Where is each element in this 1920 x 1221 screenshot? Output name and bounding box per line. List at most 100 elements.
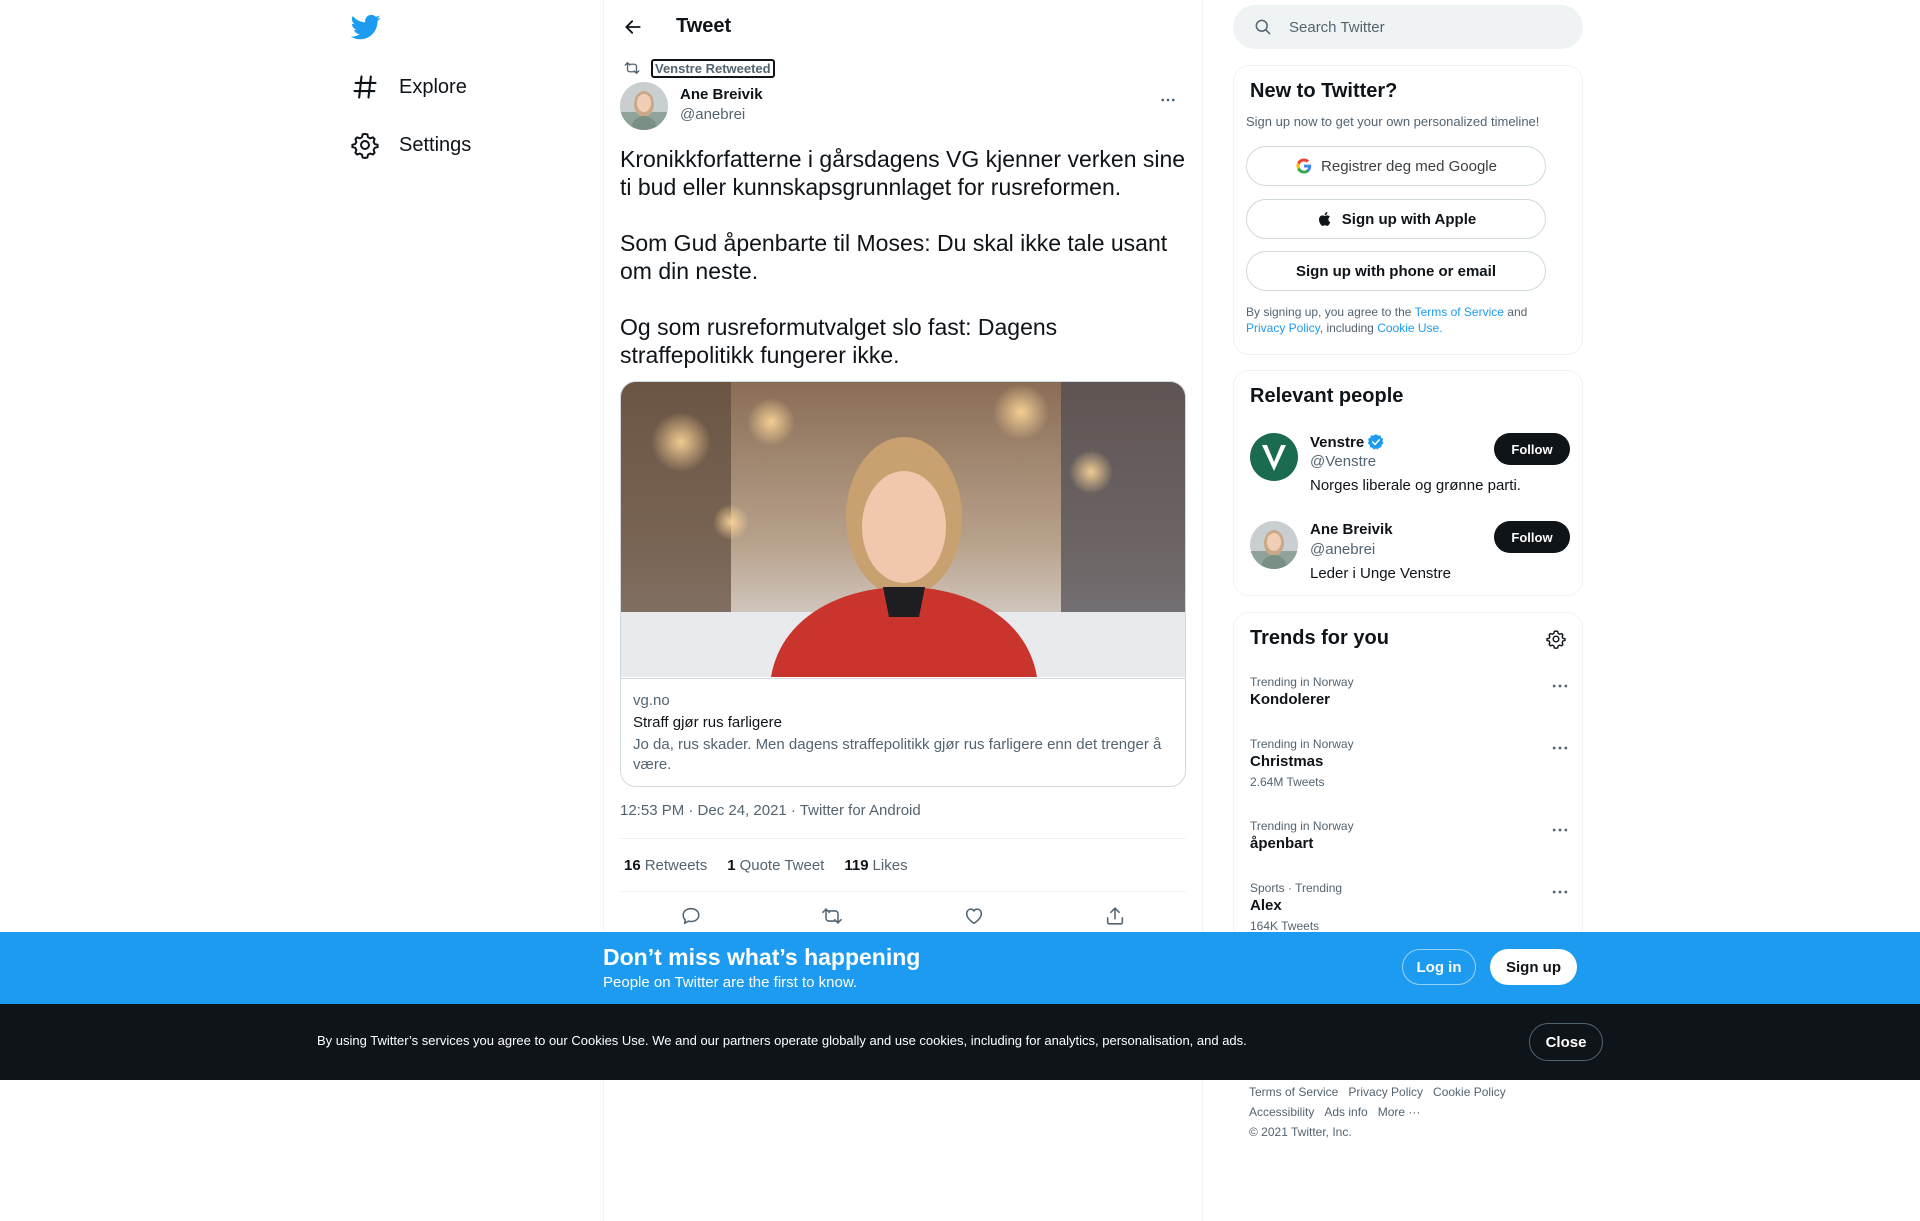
person-name[interactable]: Ane Breivik [1310, 521, 1393, 538]
trend-context: Sports · Trending [1250, 881, 1343, 895]
cookie-banner: By using Twitter’s services you agree to… [0, 1004, 1920, 1080]
person-name[interactable]: Venstre [1310, 433, 1385, 451]
terms-link[interactable]: Terms of Service [1415, 305, 1504, 319]
more-dots-icon[interactable] [1550, 820, 1570, 840]
cookie-text: By using Twitter’s services you agree to… [317, 1033, 1247, 1048]
person-bio: Norges liberale og grønne parti. [1310, 477, 1521, 494]
trend-item[interactable]: Sports · Trending Alex 164K Tweets [1250, 880, 1570, 934]
back-button[interactable] [616, 10, 650, 44]
tweet-timestamp[interactable]: 12:53 PM · Dec 24, 2021 · Twitter for An… [620, 802, 921, 819]
author-handle[interactable]: @anebrei [680, 106, 745, 123]
new-to-twitter-panel: New to Twitter? Sign up now to get your … [1233, 65, 1583, 355]
search-input[interactable] [1289, 18, 1549, 36]
gear-icon [351, 132, 379, 159]
gear-icon[interactable] [1546, 629, 1566, 649]
link-card[interactable]: vg.no Straff gjør rus farligere Jo da, r… [620, 381, 1186, 787]
card-domain: vg.no [633, 692, 670, 709]
signup-phone-label: Sign up with phone or email [1295, 262, 1496, 280]
panel-title: New to Twitter? [1250, 80, 1398, 102]
trend-item[interactable]: Trending in Norway Christmas 2.64M Tweet… [1250, 736, 1570, 790]
legal-including: , including [1319, 321, 1374, 335]
cookie-use-link[interactable]: Cookie Use. [1377, 321, 1442, 335]
twitter-bird-icon[interactable] [351, 12, 381, 42]
footer-link[interactable]: Ads info [1324, 1105, 1367, 1119]
tweet-stats: 16 Retweets 1 Quote Tweet 119 Likes [620, 838, 1186, 892]
avatar[interactable] [1250, 521, 1298, 569]
more-dots-icon[interactable] [1550, 882, 1570, 902]
stat-count: 16 [624, 856, 641, 874]
person-card[interactable]: Venstre @Venstre Norges liberale og grøn… [1250, 433, 1570, 503]
tweet-paragraph: Og som rusreformutvalget slo fast: Dagen… [620, 314, 1058, 368]
panel-subtitle: Sign up now to get your own personalized… [1246, 114, 1540, 129]
relevant-people-panel: Relevant people Venstre @Venstre Norges … [1233, 370, 1583, 596]
banner-title: Don’t miss what’s happening [603, 944, 921, 970]
footer-link[interactable]: Terms of Service [1249, 1085, 1338, 1099]
trend-item[interactable]: Trending in Norway åpenbart [1250, 818, 1570, 854]
author-name[interactable]: Ane Breivik [680, 86, 763, 103]
panel-title: Relevant people [1250, 385, 1404, 407]
signup-google-label: Registrer deg med Google [1321, 157, 1497, 175]
trends-panel: Trends for you Trending in Norway Kondol… [1233, 612, 1583, 942]
person-card[interactable]: Ane Breivik @anebrei Leder i Unge Venstr… [1250, 521, 1570, 591]
retweet-context: Venstre Retweeted [620, 58, 775, 78]
retweet-icon[interactable] [821, 905, 843, 927]
login-button[interactable]: Log in [1402, 949, 1476, 985]
nav-settings[interactable]: Settings [351, 122, 471, 168]
heart-icon[interactable] [963, 905, 985, 927]
signup-google-button[interactable]: Registrer deg med Google [1246, 146, 1546, 186]
more-dots-icon[interactable] [1550, 738, 1570, 758]
follow-button[interactable]: Follow [1494, 433, 1570, 465]
trend-item[interactable]: Trending in Norway Kondolerer [1250, 674, 1570, 710]
stat-likes[interactable]: 119 Likes [844, 857, 907, 874]
trend-name: Kondolerer [1250, 691, 1331, 708]
trend-context: Trending in Norway [1250, 675, 1354, 689]
signup-legal-text: By signing up, you agree to the Terms of… [1246, 304, 1566, 336]
follow-button[interactable]: Follow [1494, 521, 1570, 553]
more-dots-icon [1161, 98, 1175, 102]
stat-label: Quote Tweet [739, 856, 825, 874]
search-icon [1255, 19, 1271, 35]
share-icon[interactable] [1104, 905, 1126, 927]
trend-context: Trending in Norway [1250, 737, 1354, 751]
avatar[interactable] [1250, 433, 1298, 481]
close-button[interactable]: Close [1529, 1023, 1603, 1061]
avatar[interactable] [620, 82, 668, 130]
person-handle: @Venstre [1310, 453, 1377, 470]
panel-title: Trends for you [1250, 627, 1389, 649]
person-name-text: Ane Breivik [1310, 521, 1393, 538]
signup-apple-label: Sign up with Apple [1341, 210, 1477, 228]
stat-quote-tweets[interactable]: 1 Quote Tweet [727, 857, 824, 874]
trend-context: Trending in Norway [1250, 819, 1354, 833]
stat-count: 1 [727, 856, 736, 874]
more-dots-icon[interactable] [1550, 676, 1570, 696]
tweet-text: Kronikkforfatterne i gårsdagens VG kjenn… [620, 145, 1186, 397]
search-box[interactable] [1233, 5, 1583, 49]
tweet-paragraph: Kronikkforfatterne i gårsdagens VG kjenn… [620, 146, 1186, 200]
privacy-link[interactable]: Privacy Policy [1246, 321, 1320, 335]
retweeted-by-link[interactable]: Venstre Retweeted [651, 58, 775, 78]
footer-link[interactable]: Privacy Policy [1348, 1085, 1423, 1099]
arrow-left-icon [625, 20, 641, 34]
signup-phone-button[interactable]: Sign up with phone or email [1246, 251, 1546, 291]
verified-badge-icon [1368, 434, 1384, 450]
more-options-button[interactable] [1154, 86, 1182, 114]
person-handle: @anebrei [1310, 541, 1376, 558]
footer-link[interactable]: Cookie Policy [1433, 1085, 1506, 1099]
copyright: © 2021 Twitter, Inc. [1249, 1125, 1352, 1139]
tweet-author: Ane Breivik @anebrei [620, 82, 1186, 130]
signup-apple-button[interactable]: Sign up with Apple [1246, 199, 1546, 239]
hashtag-icon [353, 75, 377, 99]
nav-settings-label: Settings [399, 133, 472, 156]
signup-button[interactable]: Sign up [1490, 949, 1577, 985]
footer-link[interactable]: Accessibility [1249, 1105, 1314, 1119]
nav-explore[interactable]: Explore [351, 64, 467, 110]
reply-icon[interactable] [680, 905, 702, 927]
stat-count: 119 [844, 856, 869, 874]
footer-links: Terms of Service Privacy Policy Cookie Pol… [1249, 1082, 1569, 1142]
legal-prefix: By signing up, you agree to the [1246, 305, 1412, 319]
footer-link[interactable]: More ··· [1378, 1105, 1421, 1119]
stat-retweets[interactable]: 16 Retweets [624, 857, 707, 874]
tweet-paragraph: Som Gud åpenbarte til Moses: Du skal ikk… [620, 230, 1168, 284]
signup-banner: Don’t miss what’s happening People on Tw… [0, 932, 1920, 1004]
trend-name: Christmas [1250, 753, 1324, 770]
